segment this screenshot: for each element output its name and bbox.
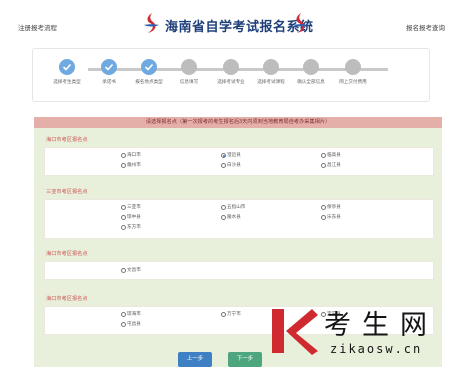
radio-button[interactable] [221, 204, 226, 210]
step-done-icon [141, 59, 157, 75]
option-label: 白沙县 [227, 162, 241, 167]
step-done-icon [59, 59, 75, 75]
registration-point-option[interactable]: 临高县 [321, 152, 341, 158]
step-label: 确认全部信息 [297, 79, 325, 84]
step-pending-icon [223, 59, 239, 75]
option-label: 五指山市 [227, 204, 246, 209]
watermark-text: 考生网 [324, 310, 438, 341]
radio-button[interactable] [121, 204, 126, 210]
option-label: 屯昌县 [127, 321, 141, 326]
region-title: 海口市考区报名点 [46, 137, 88, 143]
region-options-box: 海口市 澄迈县 临高县儋州市 白沙县 昌江县 [44, 147, 434, 176]
registration-process-link[interactable]: 注册报考流程 [18, 22, 57, 32]
step-1: 选择考生类型 [47, 59, 87, 85]
prev-step-button[interactable]: 上一步 [178, 352, 212, 367]
page-header: 注册报考流程 海南省自学考试报名系统 报名报考查询 [0, 0, 457, 44]
region-title: 三亚市考区报名点 [46, 189, 88, 195]
region-options-box: 三亚市 五指山市 保亭县琼中县 陵水县 乐东县东方市 [44, 199, 434, 239]
step-done-icon [101, 59, 117, 75]
progress-stepper: 选择考生类型 承诺书 报名地点类型 信息填写 选择考试专业 选择考试课程 确认全部信息 网上交… [32, 48, 430, 102]
registration-point-option[interactable]: 万宁市 [221, 311, 241, 317]
radio-button[interactable] [321, 214, 326, 220]
option-label: 陵水县 [227, 214, 241, 219]
radio-button[interactable] [321, 152, 326, 158]
registration-point-option[interactable]: 保亭县 [321, 204, 341, 210]
radio-button[interactable] [321, 204, 326, 210]
registration-point-option[interactable]: 乐东县 [321, 214, 341, 220]
registration-point-option[interactable]: 昌江县 [321, 162, 341, 168]
radio-button[interactable] [121, 162, 126, 168]
step-5: 选择考试专业 [211, 59, 251, 85]
radio-button[interactable] [221, 311, 226, 317]
registration-point-option[interactable]: 文昌市 [121, 267, 141, 273]
step-label: 选择考生类型 [53, 79, 81, 84]
step-pending-icon [263, 59, 279, 75]
notice-banner: 请选择报名点（第一次报考的考生报名后3天内须到当地教育局自考办采集相片） [34, 117, 442, 128]
step-7: 确认全部信息 [291, 59, 331, 85]
step-6: 选择考试课程 [251, 59, 291, 85]
option-label: 保亭县 [327, 204, 341, 209]
logo-icon [293, 13, 308, 33]
watermark-logo-icon [272, 309, 318, 355]
logo-icon [144, 13, 159, 33]
next-step-button[interactable]: 下一步 [228, 352, 262, 367]
step-label: 选择考试课程 [257, 79, 285, 84]
registration-point-option[interactable]: 东方市 [121, 224, 141, 230]
step-label: 承诺书 [102, 79, 116, 84]
radio-button[interactable] [121, 214, 126, 220]
option-label: 昌江县 [327, 162, 341, 167]
registration-point-option[interactable]: 海口市 [121, 152, 141, 158]
radio-button[interactable] [121, 152, 126, 158]
step-label: 网上交付费用 [339, 79, 367, 84]
region-title: 海口市考区报名点 [46, 296, 88, 302]
step-label: 信息填写 [179, 79, 199, 84]
step-label: 选择考试专业 [217, 79, 245, 84]
registration-point-option[interactable]: 三亚市 [121, 204, 141, 210]
registration-point-option[interactable]: 琼中县 [121, 214, 141, 220]
option-label: 儋州市 [127, 162, 141, 167]
radio-button[interactable] [321, 162, 326, 168]
registration-query-link[interactable]: 报名报考查询 [406, 22, 445, 32]
option-label: 琼中县 [127, 214, 141, 219]
region-options-box: 文昌市 [44, 261, 434, 280]
step-8: 网上交付费用 [333, 59, 373, 85]
registration-point-option[interactable]: 白沙县 [221, 162, 241, 168]
radio-button[interactable] [121, 311, 126, 317]
option-label: 三亚市 [127, 204, 141, 209]
option-label: 万宁市 [227, 311, 241, 316]
option-label: 澄迈县 [227, 152, 241, 157]
option-label: 临高县 [327, 152, 341, 157]
step-label: 报名地点类型 [135, 79, 163, 84]
option-label: 海口市 [127, 152, 141, 157]
step-4: 信息填写 [169, 59, 209, 85]
step-pending-icon [345, 59, 361, 75]
region-title: 海口市考区报名点 [46, 251, 88, 257]
option-label: 琼海市 [127, 311, 141, 316]
radio-button[interactable] [221, 162, 226, 168]
step-pending-icon [181, 59, 197, 75]
option-label: 乐东县 [327, 214, 341, 219]
radio-button[interactable] [221, 214, 226, 220]
radio-button[interactable] [121, 267, 126, 273]
registration-point-option[interactable]: 五指山市 [221, 204, 245, 210]
radio-button[interactable] [121, 321, 126, 327]
registration-point-option[interactable]: 琼海市 [121, 311, 141, 317]
registration-point-option[interactable]: 屯昌县 [121, 321, 141, 327]
radio-button[interactable] [121, 224, 126, 230]
registration-point-option[interactable]: 陵水县 [221, 214, 241, 220]
step-pending-icon [303, 59, 319, 75]
option-label: 文昌市 [127, 267, 141, 272]
watermark-url: zikaosw.cn [330, 342, 423, 356]
step-2: 承诺书 [89, 59, 129, 85]
option-label: 东方市 [127, 224, 141, 229]
registration-point-option[interactable]: 儋州市 [121, 162, 141, 168]
registration-point-option[interactable]: 澄迈县 [221, 152, 241, 158]
step-3: 报名地点类型 [129, 59, 169, 85]
radio-button[interactable] [221, 152, 226, 158]
